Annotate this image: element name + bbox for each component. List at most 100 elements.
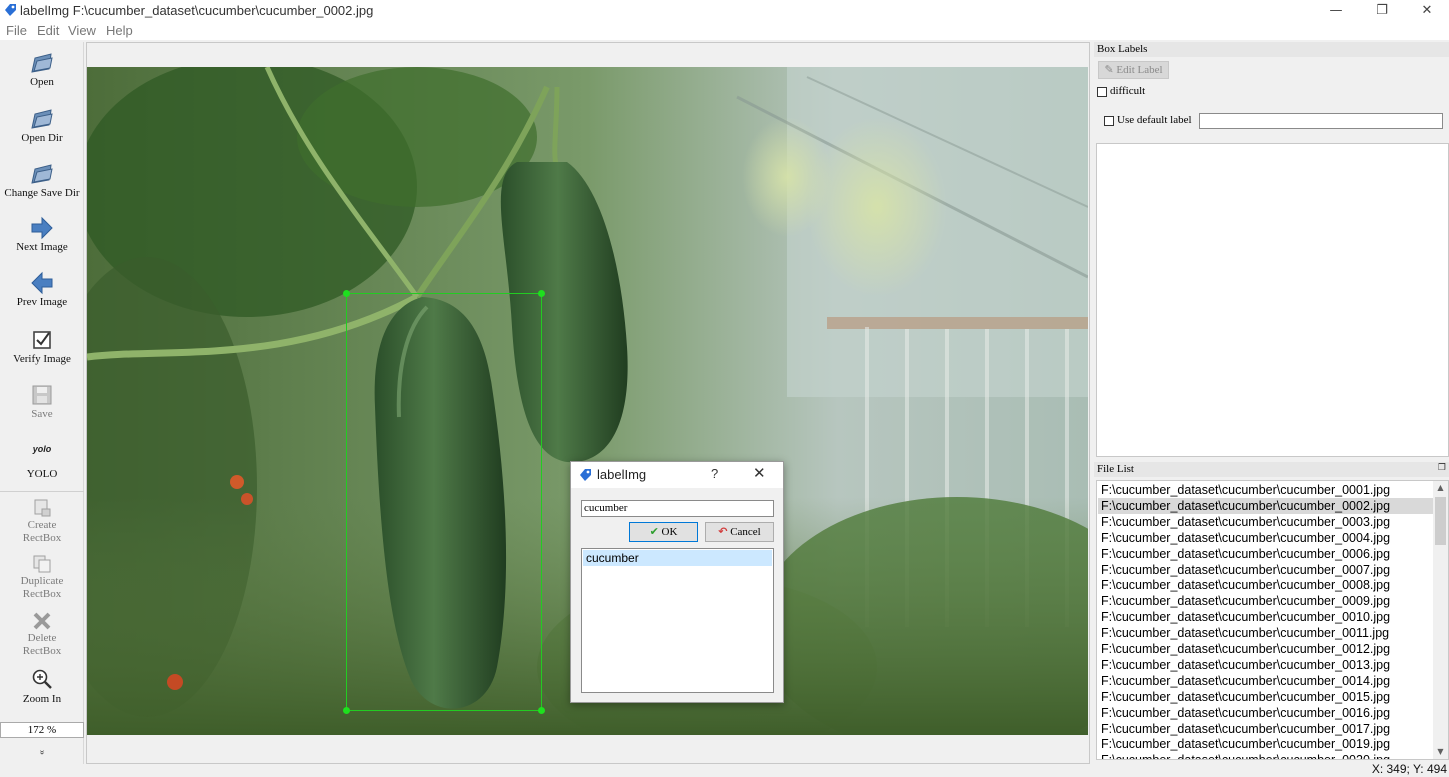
open-dir-label: Open Dir bbox=[21, 132, 63, 144]
list-item[interactable]: F:\cucumber_dataset\cucumber\cucumber_00… bbox=[1098, 562, 1434, 578]
duplicate-icon bbox=[33, 555, 51, 573]
labelimg-app-icon bbox=[580, 469, 591, 481]
bbox-handle-top-left[interactable] bbox=[343, 290, 350, 297]
cancel-button[interactable]: ↶ Cancel bbox=[705, 522, 774, 542]
create-rectbox-label: Create RectBox bbox=[22, 519, 62, 544]
delete-rectbox-label: Delete RectBox bbox=[22, 632, 62, 657]
list-item[interactable]: F:\cucumber_dataset\cucumber\cucumber_00… bbox=[1098, 609, 1434, 625]
list-item[interactable]: F:\cucumber_dataset\cucumber\cucumber_00… bbox=[1098, 673, 1434, 689]
cancel-label: Cancel bbox=[730, 526, 761, 538]
toolbar-overflow-chevron-icon[interactable]: » bbox=[37, 748, 48, 758]
list-item[interactable]: F:\cucumber_dataset\cucumber\cucumber_00… bbox=[1098, 625, 1434, 641]
use-default-label-checkbox[interactable] bbox=[1104, 116, 1114, 126]
list-item[interactable]: F:\cucumber_dataset\cucumber\cucumber_00… bbox=[1098, 593, 1434, 609]
create-rectbox-button[interactable]: Create RectBox bbox=[0, 497, 84, 545]
check-icon: ✔ bbox=[649, 525, 659, 538]
list-item[interactable]: F:\cucumber_dataset\cucumber\cucumber_00… bbox=[1098, 577, 1434, 593]
list-item[interactable]: F:\cucumber_dataset\cucumber\cucumber_00… bbox=[1098, 752, 1434, 759]
difficult-label: difficult bbox=[1110, 85, 1146, 97]
list-item[interactable]: F:\cucumber_dataset\cucumber\cucumber_00… bbox=[1098, 705, 1434, 721]
duplicate-rectbox-label: Duplicate RectBox bbox=[20, 575, 64, 600]
labelimg-app-icon bbox=[5, 4, 16, 16]
bbox-handle-bottom-right[interactable] bbox=[538, 707, 545, 714]
next-image-button[interactable]: Next Image bbox=[0, 215, 84, 254]
folder-open-icon bbox=[31, 53, 53, 73]
scroll-up-arrow-icon[interactable]: ▲ bbox=[1433, 481, 1448, 495]
cursor-coordinates: X: 349; Y: 494 bbox=[1371, 762, 1447, 776]
arrow-right-icon bbox=[31, 216, 53, 240]
dialog-help-button[interactable]: ? bbox=[711, 466, 718, 481]
difficult-checkbox[interactable] bbox=[1097, 87, 1107, 97]
undo-arrow-icon: ↶ bbox=[718, 525, 728, 538]
verify-image-button[interactable]: Verify Image bbox=[0, 327, 84, 366]
bbox-handle-top-right[interactable] bbox=[538, 290, 545, 297]
menu-edit[interactable]: Edit bbox=[37, 23, 59, 38]
label-input[interactable]: cucumber bbox=[581, 500, 774, 517]
folder-open-icon bbox=[31, 109, 53, 129]
prev-image-label: Prev Image bbox=[16, 296, 68, 308]
list-item[interactable]: cucumber bbox=[583, 550, 772, 566]
ok-label: OK bbox=[661, 526, 678, 538]
yolo-icon: yolo bbox=[32, 444, 52, 454]
delete-x-icon bbox=[33, 612, 51, 630]
checkbox-check-icon bbox=[33, 331, 51, 349]
bbox-handle-bottom-left[interactable] bbox=[343, 707, 350, 714]
label-history-list[interactable]: cucumber bbox=[581, 548, 774, 693]
edit-pencil-icon: ✎ bbox=[1104, 63, 1114, 76]
verify-image-label: Verify Image bbox=[13, 353, 71, 365]
zoom-in-label: Zoom In bbox=[22, 693, 62, 705]
yolo-format-button[interactable]: yolo YOLO bbox=[0, 440, 84, 481]
duplicate-rectbox-button[interactable]: Duplicate RectBox bbox=[0, 553, 84, 601]
dialog-close-button[interactable]: ✕ bbox=[753, 464, 766, 482]
list-item[interactable]: F:\cucumber_dataset\cucumber\cucumber_00… bbox=[1098, 530, 1434, 546]
change-save-dir-label: Change Save Dir bbox=[4, 187, 80, 199]
dock-float-icon[interactable]: ❐ bbox=[1438, 463, 1446, 473]
create-rect-icon bbox=[34, 499, 51, 517]
file-list[interactable]: F:\cucumber_dataset\cucumber\cucumber_00… bbox=[1096, 480, 1449, 760]
list-item[interactable]: F:\cucumber_dataset\cucumber\cucumber_00… bbox=[1098, 482, 1434, 498]
restore-button[interactable]: ❐ bbox=[1359, 0, 1405, 22]
minimize-button[interactable]: — bbox=[1313, 0, 1359, 22]
edit-label-button[interactable]: ✎ Edit Label bbox=[1098, 61, 1169, 79]
box-labels-header: Box Labels bbox=[1094, 42, 1449, 57]
toolbar-divider bbox=[0, 491, 84, 492]
file-list-header: File List bbox=[1094, 462, 1449, 477]
title-bar: labelImg F:\cucumber_dataset\cucumber\cu… bbox=[0, 0, 1449, 22]
menu-view[interactable]: View bbox=[68, 23, 96, 38]
bounding-box[interactable] bbox=[343, 290, 545, 714]
default-label-input[interactable] bbox=[1199, 113, 1443, 129]
menu-help[interactable]: Help bbox=[106, 23, 133, 38]
zoom-value-field[interactable]: 172 % bbox=[0, 722, 84, 738]
left-toolbar: Open Open Dir Change Save Dir Next Image… bbox=[0, 42, 84, 764]
close-button[interactable]: ✕ bbox=[1404, 0, 1449, 22]
menu-bar: File Edit View Help bbox=[0, 22, 1449, 40]
save-button[interactable]: Save bbox=[0, 382, 84, 421]
list-item[interactable]: F:\cucumber_dataset\cucumber\cucumber_00… bbox=[1098, 546, 1434, 562]
list-item[interactable]: F:\cucumber_dataset\cucumber\cucumber_00… bbox=[1098, 641, 1434, 657]
open-button[interactable]: Open bbox=[0, 50, 84, 89]
box-labels-list[interactable] bbox=[1096, 143, 1449, 457]
prev-image-button[interactable]: Prev Image bbox=[0, 270, 84, 309]
change-save-dir-button[interactable]: Change Save Dir bbox=[0, 161, 84, 200]
scroll-down-arrow-icon[interactable]: ▼ bbox=[1433, 745, 1448, 759]
zoom-in-button[interactable]: Zoom In bbox=[0, 668, 84, 706]
ok-button[interactable]: ✔ OK bbox=[629, 522, 698, 542]
scroll-thumb[interactable] bbox=[1435, 497, 1446, 545]
open-dir-button[interactable]: Open Dir bbox=[0, 106, 84, 145]
save-label: Save bbox=[31, 408, 53, 420]
menu-file[interactable]: File bbox=[6, 23, 27, 38]
dialog-title-bar: labelImg ? ✕ bbox=[571, 462, 783, 488]
delete-rectbox-button[interactable]: Delete RectBox bbox=[0, 610, 84, 658]
list-item[interactable]: F:\cucumber_dataset\cucumber\cucumber_00… bbox=[1098, 497, 1434, 514]
window-title: labelImg F:\cucumber_dataset\cucumber\cu… bbox=[20, 3, 374, 18]
open-label: Open bbox=[30, 76, 54, 88]
label-dialog: labelImg ? ✕ cucumber ✔ OK ↶ Cancel cucu… bbox=[570, 461, 784, 703]
zoom-in-icon bbox=[32, 669, 52, 689]
list-item[interactable]: F:\cucumber_dataset\cucumber\cucumber_00… bbox=[1098, 657, 1434, 673]
arrow-left-icon bbox=[31, 271, 53, 295]
file-list-scrollbar[interactable]: ▲ ▼ bbox=[1433, 481, 1448, 759]
list-item[interactable]: F:\cucumber_dataset\cucumber\cucumber_00… bbox=[1098, 736, 1434, 752]
list-item[interactable]: F:\cucumber_dataset\cucumber\cucumber_00… bbox=[1098, 721, 1434, 737]
list-item[interactable]: F:\cucumber_dataset\cucumber\cucumber_00… bbox=[1098, 689, 1434, 705]
list-item[interactable]: F:\cucumber_dataset\cucumber\cucumber_00… bbox=[1098, 514, 1434, 530]
